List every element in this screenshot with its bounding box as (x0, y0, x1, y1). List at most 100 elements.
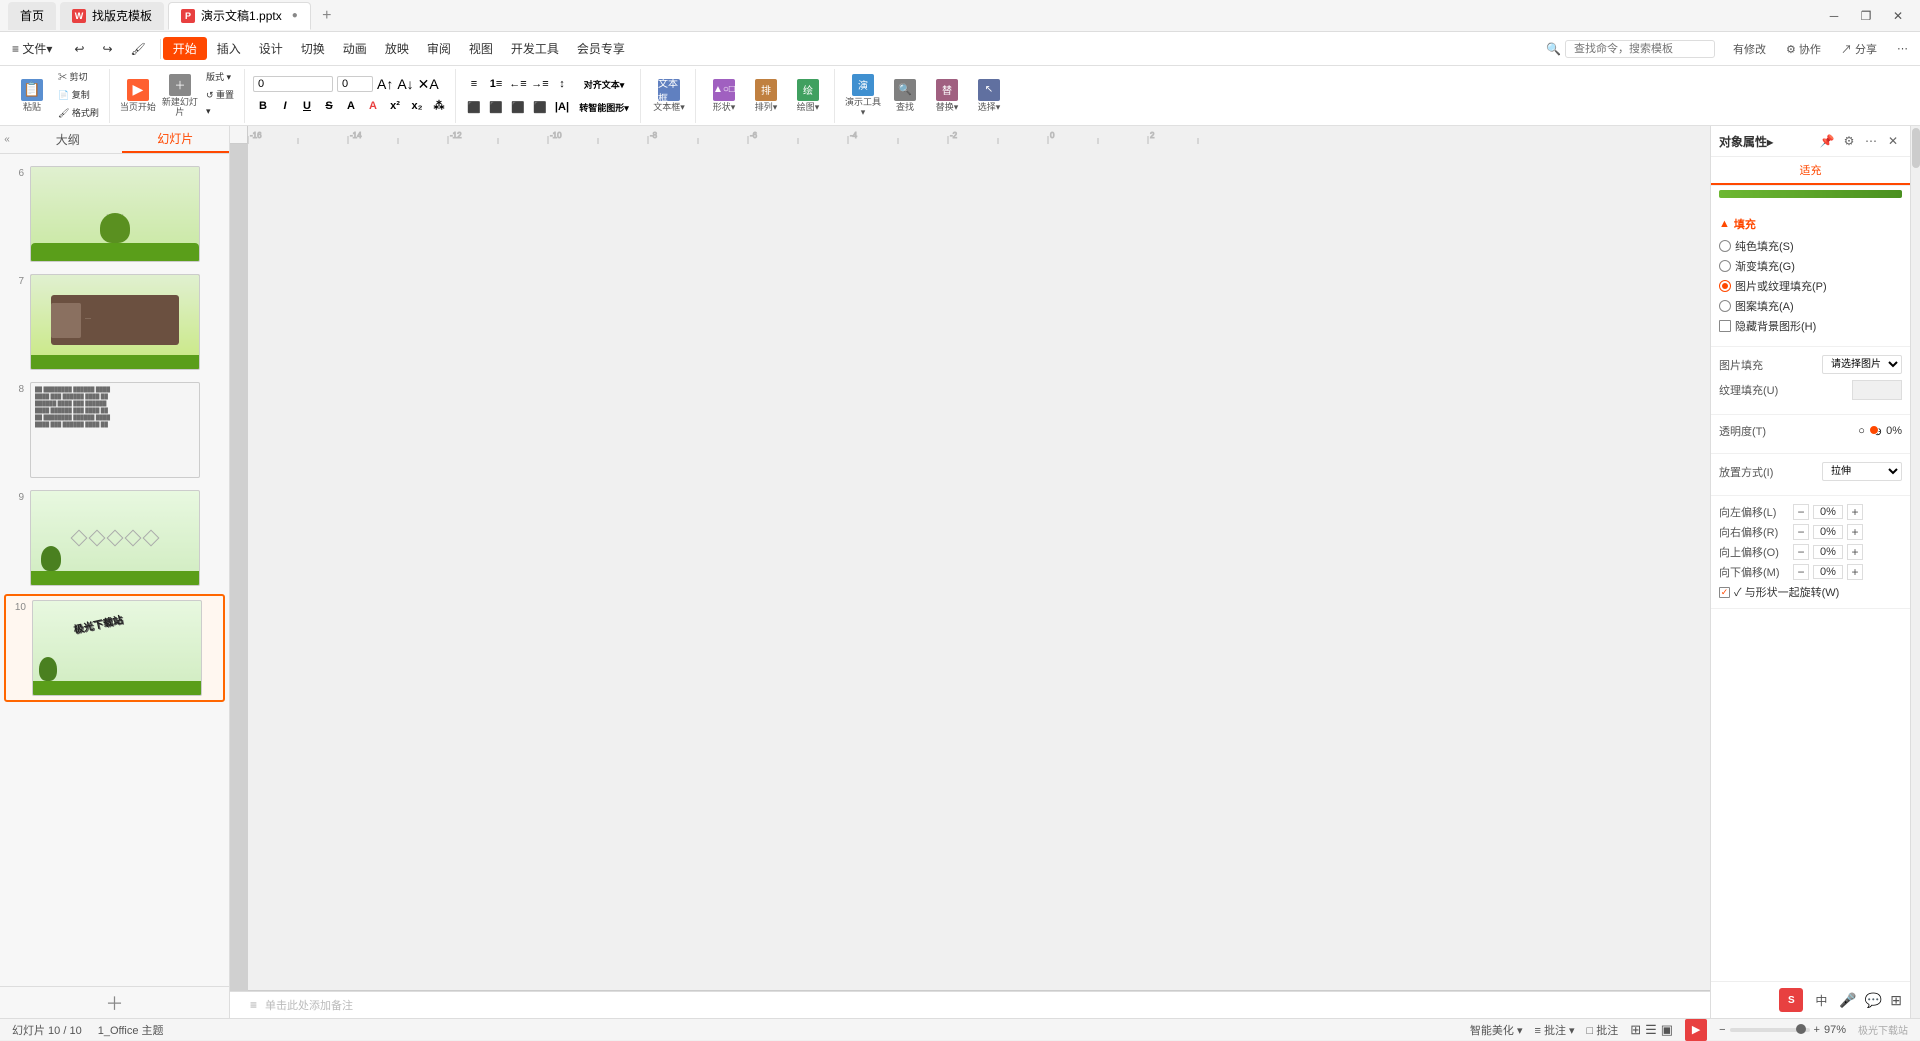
shape-select[interactable]: ⁂ (429, 96, 449, 116)
section-button[interactable]: ▾ (202, 106, 238, 122)
new-slide-button[interactable]: ＋ 新建幻灯片 (160, 72, 200, 120)
save-status-button[interactable]: 有修改 (1725, 38, 1774, 60)
restore-button[interactable]: ❐ (1852, 6, 1880, 26)
tab-outline[interactable]: 大纲 (14, 126, 122, 153)
offset-down-minus[interactable]: − (1793, 564, 1809, 580)
option-solid[interactable]: 纯色填充(S) (1719, 238, 1902, 254)
right-scrollbar[interactable] (1910, 126, 1920, 1018)
offset-right-minus[interactable]: − (1793, 524, 1809, 540)
input-icon[interactable]: 中 (1811, 990, 1831, 1010)
radio-picture[interactable] (1719, 280, 1731, 292)
panel-close-icon[interactable]: ✕ (1884, 132, 1902, 150)
panel-settings-icon[interactable]: ⚙ (1840, 132, 1858, 150)
radio-gradient[interactable] (1719, 260, 1731, 272)
transparency-thumb[interactable] (1869, 425, 1879, 435)
panel-collapse-button[interactable]: « (0, 126, 14, 153)
shadow-button[interactable]: A (341, 96, 361, 116)
slide-item-6[interactable]: 6 ··· ··· (4, 162, 225, 266)
new-tab-button[interactable]: + (315, 4, 339, 28)
panel-more-icon[interactable]: ⋯ (1862, 132, 1880, 150)
format-painter-button[interactable]: 🖌 格式刷 (54, 106, 103, 122)
minimize-button[interactable]: ─ (1820, 6, 1848, 26)
find-button[interactable]: 🔍 查找 (885, 72, 925, 120)
tab-home[interactable]: 首页 (8, 2, 56, 30)
close-button[interactable]: ✕ (1884, 6, 1912, 26)
menu-review[interactable]: 审阅 (419, 36, 459, 61)
select-button[interactable]: ↖ 选择▾ (969, 72, 1009, 120)
slide-item-8[interactable]: 8 ██ ████████ ██████ ████ ████ ███ █████… (4, 378, 225, 482)
slide-item-9[interactable]: 9 (4, 486, 225, 590)
menu-animation[interactable]: 动画 (335, 36, 375, 61)
view-grid-icon[interactable]: ▣ (1661, 1022, 1673, 1038)
add-slide-button[interactable]: ＋ (0, 986, 229, 1018)
rotate-with-shape-checkbox[interactable] (1719, 587, 1730, 598)
bold-button[interactable]: B (253, 96, 273, 116)
align-left-button[interactable]: ⬛ (464, 97, 484, 117)
bullet-list-button[interactable]: ≡ (464, 74, 484, 94)
mic-icon[interactable]: 🎤 (1839, 992, 1856, 1009)
menu-begin[interactable]: 开始 (163, 37, 207, 60)
layout-button[interactable]: 版式 ▾ (202, 70, 238, 86)
menu-insert[interactable]: 插入 (209, 36, 249, 61)
menu-design[interactable]: 设计 (251, 36, 291, 61)
col-spacing-button[interactable]: |A| (552, 97, 572, 117)
font-size-input[interactable] (337, 76, 373, 92)
menu-slideshow[interactable]: 放映 (377, 36, 417, 61)
placement-select[interactable]: 拉伸 (1822, 462, 1902, 481)
subscript-button[interactable]: x₂ (407, 96, 427, 116)
menu-file[interactable]: ≡ 文件▾ (4, 36, 60, 61)
radio-solid[interactable] (1719, 240, 1731, 252)
shape-button[interactable]: ▲○□ 形状▾ (704, 72, 744, 120)
image-fill-select[interactable]: 请选择图片 (1822, 355, 1902, 374)
indent-left-button[interactable]: ←≡ (508, 74, 528, 94)
italic-button[interactable]: I (275, 96, 295, 116)
align-text-dropdown[interactable]: 对齐文本▾ (574, 74, 634, 94)
font-increase-button[interactable]: A↑ (377, 76, 393, 92)
tab-template[interactable]: W 找版克模板 (60, 2, 164, 30)
zoom-out-button[interactable]: − (1719, 1024, 1725, 1036)
undo-button[interactable]: ↩ (66, 38, 92, 60)
panel-pin-icon[interactable]: 📌 (1818, 132, 1836, 150)
draw-button[interactable]: 绘 绘图▾ (788, 72, 828, 120)
search-input[interactable] (1565, 40, 1715, 58)
menu-view[interactable]: 视图 (461, 36, 501, 61)
zoom-in-button[interactable]: + (1814, 1024, 1820, 1036)
smart-beauty-button[interactable]: 智能美化 ▾ (1470, 1022, 1523, 1038)
annotation-button[interactable]: ≡ 批注 ▾ (1534, 1022, 1574, 1038)
superscript-button[interactable]: x² (385, 96, 405, 116)
line-spacing-button[interactable]: ↕ (552, 74, 572, 94)
number-list-button[interactable]: 1≡ (486, 74, 506, 94)
reset-button[interactable]: ↺ 重置 (202, 88, 238, 104)
align-justify-button[interactable]: ⬛ (530, 97, 550, 117)
paste-button[interactable]: 📋 粘贴 (12, 72, 52, 120)
collaborate-button[interactable]: ⚙ 协作 (1778, 38, 1829, 60)
replace-button[interactable]: 替 替换▾ (927, 72, 967, 120)
present-tools-button[interactable]: 演 演示工具▾ (843, 72, 883, 120)
play-button[interactable]: ▶ 当页开始 (118, 72, 158, 120)
view-list-icon[interactable]: ☰ (1645, 1022, 1657, 1038)
more-button[interactable]: ⋯ (1889, 39, 1916, 58)
scrollbar-thumb[interactable] (1912, 128, 1920, 168)
strikethrough-button[interactable]: S (319, 96, 339, 116)
menu-vip[interactable]: 会员专享 (569, 36, 633, 61)
slide-item-10[interactable]: 10 极光下载站 (4, 594, 225, 702)
redo-button[interactable]: ↪ (94, 38, 120, 60)
option-gradient[interactable]: 渐变填充(G) (1719, 258, 1902, 274)
font-name-input[interactable] (253, 76, 333, 92)
radio-pattern[interactable] (1719, 300, 1731, 312)
zoom-value[interactable]: 97% (1824, 1024, 1846, 1036)
offset-down-plus[interactable]: + (1847, 564, 1863, 580)
hide-bg-checkbox[interactable] (1719, 320, 1731, 332)
zoom-slider[interactable] (1730, 1028, 1810, 1032)
texture-preview[interactable] (1852, 380, 1902, 400)
offset-up-minus[interactable]: − (1793, 544, 1809, 560)
share-button[interactable]: ↗ 分享 (1833, 38, 1885, 60)
format-painter[interactable]: 🖌 (123, 38, 154, 60)
offset-up-plus[interactable]: + (1847, 544, 1863, 560)
menu-transition[interactable]: 切换 (293, 36, 333, 61)
indent-right-button[interactable]: →≡ (530, 74, 550, 94)
hide-bg-option[interactable]: 隐藏背景图形(H) (1719, 318, 1902, 334)
menu-dev[interactable]: 开发工具 (503, 36, 567, 61)
option-pattern[interactable]: 图案填充(A) (1719, 298, 1902, 314)
slide-item-7[interactable]: 7 ··· (4, 270, 225, 374)
